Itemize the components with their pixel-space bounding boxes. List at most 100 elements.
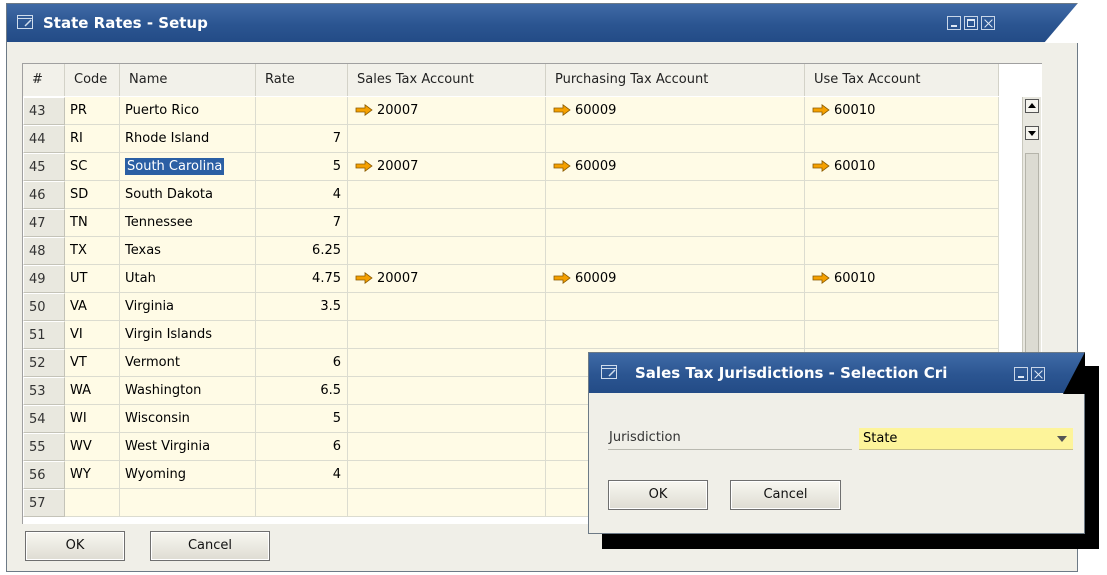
purchasing-tax-account-cell[interactable] [546, 209, 805, 237]
rate-cell[interactable]: 6 [256, 433, 348, 461]
rate-cell[interactable]: 4.75 [256, 265, 348, 293]
scroll-down-icon[interactable] [1025, 126, 1039, 140]
row-number[interactable]: 49 [23, 265, 65, 293]
use-tax-account-cell[interactable]: 60010 [805, 153, 999, 181]
col-header-purchasing-tax-account[interactable]: Purchasing Tax Account [546, 64, 805, 96]
link-arrow-icon[interactable] [812, 159, 830, 172]
use-tax-account-cell[interactable] [805, 321, 999, 349]
code-cell[interactable]: VI [65, 321, 120, 349]
sales-tax-account-cell[interactable] [348, 321, 546, 349]
row-number[interactable]: 57 [23, 489, 65, 517]
use-tax-account-cell[interactable]: 60010 [805, 265, 999, 293]
name-cell[interactable]: West Virginia [120, 433, 256, 461]
link-arrow-icon[interactable] [812, 271, 830, 284]
main-titlebar[interactable]: State Rates - Setup [7, 3, 1078, 43]
code-cell[interactable]: WA [65, 377, 120, 405]
col-header-sales-tax-account[interactable]: Sales Tax Account [348, 64, 546, 96]
purchasing-tax-account-cell[interactable]: 60009 [546, 153, 805, 181]
use-tax-account-cell[interactable] [805, 181, 999, 209]
name-cell[interactable]: Puerto Rico [120, 97, 256, 125]
col-header-name[interactable]: Name [120, 64, 256, 96]
name-cell[interactable]: Wyoming [120, 461, 256, 489]
row-number[interactable]: 55 [23, 433, 65, 461]
link-arrow-icon[interactable] [355, 103, 373, 116]
purchasing-tax-account-cell[interactable] [546, 293, 805, 321]
name-cell[interactable]: Virginia [120, 293, 256, 321]
dialog-cancel-button[interactable]: Cancel [730, 480, 841, 510]
name-cell[interactable]: Vermont [120, 349, 256, 377]
purchasing-tax-account-cell[interactable] [546, 321, 805, 349]
link-arrow-icon[interactable] [812, 103, 830, 116]
purchasing-tax-account-cell[interactable] [546, 125, 805, 153]
use-tax-account-cell[interactable] [805, 125, 999, 153]
purchasing-tax-account-cell[interactable]: 60009 [546, 97, 805, 125]
sales-tax-account-cell[interactable]: 20007 [348, 97, 546, 125]
name-cell[interactable]: South Dakota [120, 181, 256, 209]
rate-cell[interactable]: 5 [256, 153, 348, 181]
code-cell[interactable]: TN [65, 209, 120, 237]
dialog-titlebar[interactable]: Sales Tax Jurisdictions - Selection Cri [589, 352, 1085, 394]
rate-cell[interactable]: 4 [256, 461, 348, 489]
ok-button[interactable]: OK [25, 531, 125, 561]
rate-cell[interactable]: 6.25 [256, 237, 348, 265]
use-tax-account-cell[interactable] [805, 237, 999, 265]
code-cell[interactable]: PR [65, 97, 120, 125]
code-cell[interactable]: VA [65, 293, 120, 321]
code-cell[interactable]: WY [65, 461, 120, 489]
sales-tax-account-cell[interactable] [348, 349, 546, 377]
rate-cell[interactable]: 7 [256, 125, 348, 153]
code-cell[interactable]: VT [65, 349, 120, 377]
sales-tax-account-cell[interactable] [348, 461, 546, 489]
link-arrow-icon[interactable] [355, 159, 373, 172]
sales-tax-account-cell[interactable] [348, 181, 546, 209]
use-tax-account-cell[interactable]: 60010 [805, 97, 999, 125]
row-number[interactable]: 53 [23, 377, 65, 405]
row-number[interactable]: 47 [23, 209, 65, 237]
name-cell[interactable]: Tennessee [120, 209, 256, 237]
minimize-icon[interactable] [947, 16, 961, 30]
purchasing-tax-account-cell[interactable] [546, 237, 805, 265]
name-cell[interactable]: Rhode Island [120, 125, 256, 153]
code-cell[interactable]: SC [65, 153, 120, 181]
sales-tax-account-cell[interactable] [348, 377, 546, 405]
link-arrow-icon[interactable] [553, 103, 571, 116]
rate-cell[interactable]: 5 [256, 405, 348, 433]
col-header-rate[interactable]: Rate [256, 64, 348, 96]
sales-tax-account-cell[interactable] [348, 433, 546, 461]
name-cell[interactable]: Utah [120, 265, 256, 293]
link-arrow-icon[interactable] [355, 271, 373, 284]
name-cell[interactable]: Wisconsin [120, 405, 256, 433]
name-cell[interactable]: Washington [120, 377, 256, 405]
row-number[interactable]: 43 [23, 97, 65, 125]
code-cell[interactable] [65, 489, 120, 517]
jurisdiction-dropdown[interactable]: State [859, 428, 1073, 450]
rate-cell[interactable]: 6.5 [256, 377, 348, 405]
sales-tax-account-cell[interactable] [348, 125, 546, 153]
row-number[interactable]: 48 [23, 237, 65, 265]
col-header-use-tax-account[interactable]: Use Tax Account [805, 64, 999, 96]
code-cell[interactable]: WI [65, 405, 120, 433]
sales-tax-account-cell[interactable] [348, 405, 546, 433]
chevron-down-icon[interactable] [1057, 436, 1067, 442]
row-number[interactable]: 50 [23, 293, 65, 321]
sales-tax-account-cell[interactable] [348, 293, 546, 321]
row-number[interactable]: 51 [23, 321, 65, 349]
sales-tax-account-cell[interactable] [348, 489, 546, 517]
minimize-icon[interactable] [1014, 367, 1028, 381]
sales-tax-account-cell[interactable]: 20007 [348, 153, 546, 181]
maximize-icon[interactable] [964, 16, 978, 30]
col-header-number[interactable]: # [23, 64, 65, 96]
use-tax-account-cell[interactable] [805, 209, 999, 237]
use-tax-account-cell[interactable] [805, 293, 999, 321]
rate-cell[interactable]: 6 [256, 349, 348, 377]
row-number[interactable]: 52 [23, 349, 65, 377]
link-arrow-icon[interactable] [553, 159, 571, 172]
scroll-up-icon[interactable] [1025, 99, 1039, 113]
row-number[interactable]: 56 [23, 461, 65, 489]
name-cell[interactable]: Texas [120, 237, 256, 265]
row-number[interactable]: 46 [23, 181, 65, 209]
code-cell[interactable]: WV [65, 433, 120, 461]
rate-cell[interactable] [256, 97, 348, 125]
cancel-button[interactable]: Cancel [150, 531, 270, 561]
sales-tax-account-cell[interactable] [348, 209, 546, 237]
